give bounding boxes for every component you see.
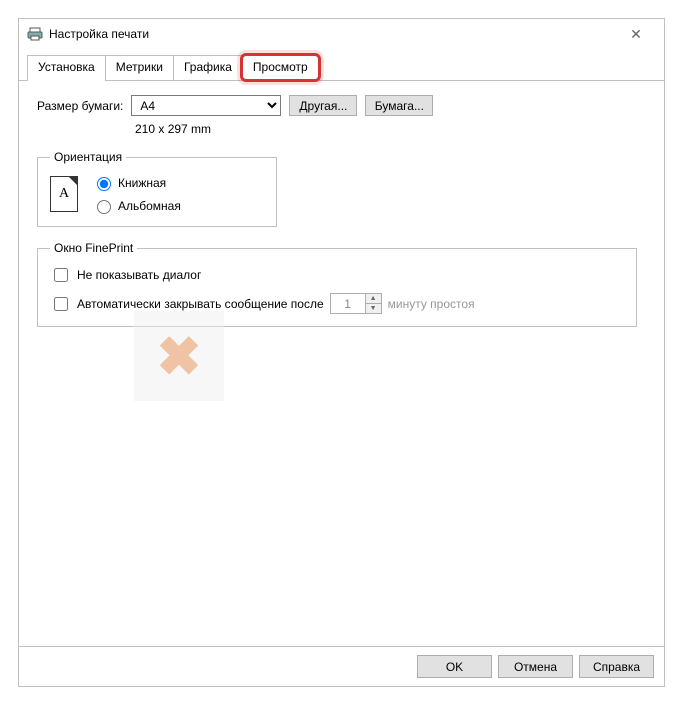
orientation-legend: Ориентация [50, 150, 126, 164]
tab-label: Метрики [116, 60, 163, 74]
paper-size-label: Размер бумаги: [37, 99, 123, 113]
minutes-value[interactable] [331, 294, 365, 313]
fineprint-group: Окно FinePrint Не показывать диалог Авто… [37, 241, 637, 327]
tab-prosmotr[interactable]: Просмотр [242, 55, 319, 80]
tab-ustanovka[interactable]: Установка [27, 55, 106, 80]
auto-close-label: Автоматически закрывать сообщение после [77, 297, 324, 311]
minutes-stepper[interactable]: ▲▼ [330, 293, 382, 314]
paper-dimensions: 210 x 297 mm [135, 122, 646, 136]
cancel-button[interactable]: Отмена [498, 655, 573, 678]
tab-metriki[interactable]: Метрики [105, 55, 174, 80]
no-dialog-label: Не показывать диалог [77, 268, 201, 282]
tab-label: Установка [38, 60, 95, 74]
tab-label: Графика [184, 60, 232, 74]
orientation-group: Ориентация A Книжная Альбомная [37, 150, 277, 227]
minutes-suffix: минуту простоя [388, 297, 475, 311]
paper-button[interactable]: Бумага... [365, 95, 433, 116]
fineprint-legend: Окно FinePrint [50, 241, 137, 255]
tab-grafika[interactable]: Графика [173, 55, 243, 80]
tab-bar: Установка Метрики Графика Просмотр [19, 49, 664, 81]
stepper-arrows[interactable]: ▲▼ [365, 294, 381, 313]
ok-button[interactable]: OK [417, 655, 492, 678]
other-button[interactable]: Другая... [289, 95, 357, 116]
page-icon: A [50, 176, 78, 212]
no-dialog-option[interactable]: Не показывать диалог [50, 265, 624, 285]
auto-close-checkbox[interactable] [54, 297, 68, 311]
step-up-icon[interactable]: ▲ [366, 294, 381, 304]
paper-size-select[interactable]: A4 [131, 95, 281, 116]
portrait-label: Книжная [118, 176, 166, 190]
step-down-icon[interactable]: ▼ [366, 304, 381, 313]
landscape-label: Альбомная [118, 199, 181, 213]
tab-content: Размер бумаги: A4 Другая... Бумага... 21… [19, 81, 664, 646]
print-settings-window: Настройка печати ✕ Установка Метрики Гра… [18, 18, 665, 687]
no-dialog-checkbox[interactable] [54, 268, 68, 282]
orientation-landscape[interactable]: Альбомная [92, 197, 181, 214]
titlebar: Настройка печати ✕ [19, 19, 664, 49]
dialog-footer: OK Отмена Справка [19, 646, 664, 686]
page-icon-letter: A [59, 186, 69, 202]
help-button[interactable]: Справка [579, 655, 654, 678]
tab-label: Просмотр [253, 60, 308, 74]
orientation-portrait[interactable]: Книжная [92, 174, 181, 191]
watermark-x-icon: ✖ [134, 311, 224, 401]
window-title: Настройка печати [49, 27, 616, 41]
landscape-radio[interactable] [97, 200, 111, 214]
printer-icon [27, 26, 43, 42]
close-icon[interactable]: ✕ [616, 26, 656, 43]
portrait-radio[interactable] [97, 177, 111, 191]
